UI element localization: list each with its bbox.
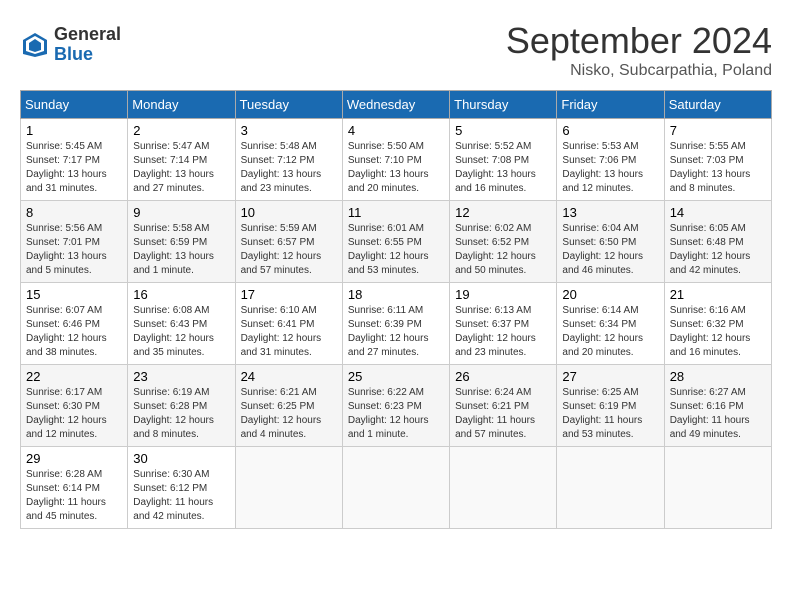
col-monday: Monday [128, 91, 235, 119]
col-tuesday: Tuesday [235, 91, 342, 119]
month-title: September 2024 [506, 20, 772, 62]
title-area: September 2024 Nisko, Subcarpathia, Pola… [506, 20, 772, 80]
logo-text: General Blue [54, 25, 121, 65]
table-row: 1Sunrise: 5:45 AMSunset: 7:17 PMDaylight… [21, 119, 128, 201]
table-row [557, 447, 664, 529]
table-row: 14Sunrise: 6:05 AMSunset: 6:48 PMDayligh… [664, 201, 771, 283]
table-row: 13Sunrise: 6:04 AMSunset: 6:50 PMDayligh… [557, 201, 664, 283]
table-row: 7Sunrise: 5:55 AMSunset: 7:03 PMDaylight… [664, 119, 771, 201]
col-wednesday: Wednesday [342, 91, 449, 119]
table-row [450, 447, 557, 529]
col-sunday: Sunday [21, 91, 128, 119]
table-row: 10Sunrise: 5:59 AMSunset: 6:57 PMDayligh… [235, 201, 342, 283]
logo-icon [20, 30, 50, 60]
table-row: 30Sunrise: 6:30 AMSunset: 6:12 PMDayligh… [128, 447, 235, 529]
table-row: 29Sunrise: 6:28 AMSunset: 6:14 PMDayligh… [21, 447, 128, 529]
calendar-header-row: Sunday Monday Tuesday Wednesday Thursday… [21, 91, 772, 119]
table-row: 12Sunrise: 6:02 AMSunset: 6:52 PMDayligh… [450, 201, 557, 283]
col-thursday: Thursday [450, 91, 557, 119]
table-row: 16Sunrise: 6:08 AMSunset: 6:43 PMDayligh… [128, 283, 235, 365]
table-row: 9Sunrise: 5:58 AMSunset: 6:59 PMDaylight… [128, 201, 235, 283]
logo-blue-text: Blue [54, 45, 121, 65]
table-row: 17Sunrise: 6:10 AMSunset: 6:41 PMDayligh… [235, 283, 342, 365]
col-saturday: Saturday [664, 91, 771, 119]
logo-general-text: General [54, 25, 121, 45]
table-row: 20Sunrise: 6:14 AMSunset: 6:34 PMDayligh… [557, 283, 664, 365]
logo: General Blue [20, 25, 121, 65]
table-row [342, 447, 449, 529]
col-friday: Friday [557, 91, 664, 119]
header: General Blue September 2024 Nisko, Subca… [20, 20, 772, 80]
table-row: 23Sunrise: 6:19 AMSunset: 6:28 PMDayligh… [128, 365, 235, 447]
table-row: 19Sunrise: 6:13 AMSunset: 6:37 PMDayligh… [450, 283, 557, 365]
table-row: 3Sunrise: 5:48 AMSunset: 7:12 PMDaylight… [235, 119, 342, 201]
table-row: 21Sunrise: 6:16 AMSunset: 6:32 PMDayligh… [664, 283, 771, 365]
table-row: 24Sunrise: 6:21 AMSunset: 6:25 PMDayligh… [235, 365, 342, 447]
location-title: Nisko, Subcarpathia, Poland [506, 62, 772, 80]
table-row: 11Sunrise: 6:01 AMSunset: 6:55 PMDayligh… [342, 201, 449, 283]
table-row: 25Sunrise: 6:22 AMSunset: 6:23 PMDayligh… [342, 365, 449, 447]
table-row: 5Sunrise: 5:52 AMSunset: 7:08 PMDaylight… [450, 119, 557, 201]
table-row [235, 447, 342, 529]
table-row: 18Sunrise: 6:11 AMSunset: 6:39 PMDayligh… [342, 283, 449, 365]
table-row: 28Sunrise: 6:27 AMSunset: 6:16 PMDayligh… [664, 365, 771, 447]
calendar-table: Sunday Monday Tuesday Wednesday Thursday… [20, 90, 772, 529]
table-row: 15Sunrise: 6:07 AMSunset: 6:46 PMDayligh… [21, 283, 128, 365]
table-row [664, 447, 771, 529]
table-row: 22Sunrise: 6:17 AMSunset: 6:30 PMDayligh… [21, 365, 128, 447]
table-row: 4Sunrise: 5:50 AMSunset: 7:10 PMDaylight… [342, 119, 449, 201]
table-row: 8Sunrise: 5:56 AMSunset: 7:01 PMDaylight… [21, 201, 128, 283]
table-row: 26Sunrise: 6:24 AMSunset: 6:21 PMDayligh… [450, 365, 557, 447]
table-row: 6Sunrise: 5:53 AMSunset: 7:06 PMDaylight… [557, 119, 664, 201]
table-row: 27Sunrise: 6:25 AMSunset: 6:19 PMDayligh… [557, 365, 664, 447]
table-row: 2Sunrise: 5:47 AMSunset: 7:14 PMDaylight… [128, 119, 235, 201]
